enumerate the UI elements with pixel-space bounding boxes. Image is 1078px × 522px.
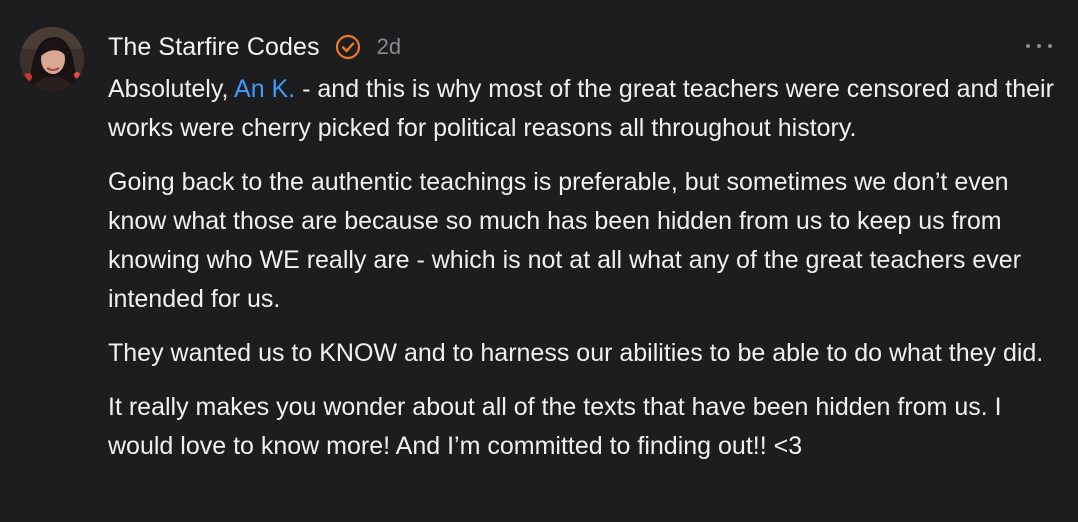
comment-paragraph-2: Going back to the authentic teachings is… — [108, 168, 1021, 313]
comment-paragraph-3: They wanted us to KNOW and to harness ou… — [108, 339, 1044, 367]
more-horizontal-icon — [1026, 44, 1030, 48]
user-mention-link[interactable]: An K. — [234, 75, 295, 103]
comment-header: The Starfire Codes 2d — [108, 30, 401, 64]
avatar-image — [20, 27, 84, 91]
author-name[interactable]: The Starfire Codes — [108, 33, 320, 62]
comment: The Starfire Codes 2d Absolutely, An K. … — [0, 0, 1078, 522]
more-horizontal-icon-dot — [1037, 44, 1041, 48]
timestamp[interactable]: 2d — [377, 34, 401, 60]
comment-paragraph-4: It really makes you wonder about all of … — [108, 393, 1002, 460]
more-options-button[interactable] — [1026, 36, 1052, 56]
avatar[interactable] — [20, 27, 84, 91]
comment-paragraph-1: Absolutely, An K. - and this is why most… — [108, 70, 1058, 148]
paragraph-text: Absolutely, — [108, 75, 235, 103]
verified-check-icon — [335, 34, 361, 60]
comment-body: Absolutely, An K. - and this is why most… — [108, 70, 1058, 481]
more-horizontal-icon-dot — [1048, 44, 1052, 48]
